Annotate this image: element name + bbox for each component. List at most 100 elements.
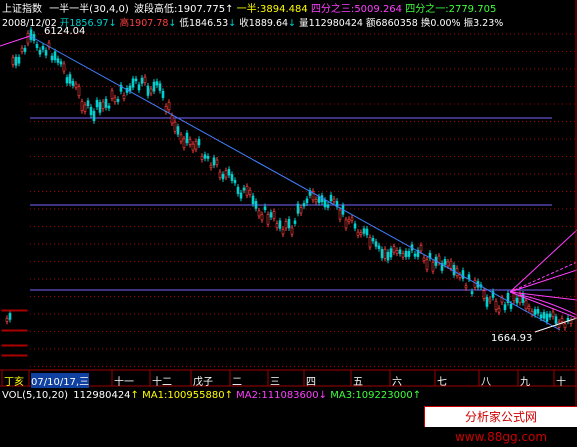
trough-annotation: 1664.93 bbox=[491, 333, 533, 344]
candle-body bbox=[293, 220, 297, 224]
candle-body bbox=[287, 218, 291, 229]
ma3-value: 109223000 bbox=[355, 390, 413, 401]
candle-body bbox=[404, 250, 408, 258]
candle-body bbox=[356, 231, 360, 236]
index-name[interactable]: 上证指数 bbox=[2, 0, 42, 15]
candle-body bbox=[74, 83, 78, 88]
candle-body bbox=[395, 250, 399, 254]
high-value: 1907.78 bbox=[129, 18, 169, 29]
ma2-label: MA2: bbox=[236, 390, 262, 401]
candle-body bbox=[68, 74, 72, 84]
candle-body bbox=[263, 206, 267, 211]
candle-body bbox=[26, 33, 30, 44]
candle-body bbox=[326, 204, 330, 208]
candle-body bbox=[131, 78, 135, 88]
candle-body bbox=[14, 56, 18, 66]
candle-body bbox=[212, 157, 216, 166]
candle-body bbox=[260, 214, 264, 221]
candle-body bbox=[392, 246, 396, 253]
ma3-label: MA3: bbox=[330, 390, 356, 401]
candle-body bbox=[167, 102, 171, 110]
low-label: 低 bbox=[179, 18, 189, 29]
candle-body bbox=[20, 47, 24, 52]
candle-body bbox=[557, 321, 561, 328]
candle-body bbox=[194, 141, 198, 150]
candle-body bbox=[158, 83, 162, 91]
up-arrow-icon: ↑ bbox=[224, 390, 233, 401]
level-lines bbox=[30, 117, 552, 291]
down-arrow-icon: ↓ bbox=[108, 18, 117, 29]
wave-label: 波段高低: bbox=[133, 4, 178, 15]
candle-body bbox=[86, 100, 90, 106]
candle-body bbox=[482, 290, 486, 299]
candle-body bbox=[305, 198, 309, 204]
time-axis-label: 七 bbox=[437, 377, 447, 388]
candle-body bbox=[152, 81, 156, 92]
candle-body bbox=[374, 241, 378, 247]
candle-body bbox=[200, 155, 204, 160]
candle-body bbox=[383, 248, 387, 259]
candle-body bbox=[185, 132, 189, 144]
candle-body bbox=[83, 104, 87, 112]
candle-body bbox=[41, 45, 45, 50]
candle-body bbox=[101, 101, 105, 110]
candle-body bbox=[98, 102, 102, 113]
candle-body bbox=[302, 203, 306, 207]
candle-body bbox=[323, 199, 327, 208]
wave-value: 1907.775 bbox=[177, 4, 226, 15]
time-axis-label: 六 bbox=[392, 377, 402, 388]
candle-body bbox=[281, 229, 285, 235]
down-arrow-icon: ↓ bbox=[318, 390, 328, 401]
candle-body bbox=[5, 318, 9, 322]
candle-body bbox=[377, 245, 381, 249]
candle-body bbox=[446, 261, 450, 267]
up-arrow-icon: ↑ bbox=[412, 390, 422, 401]
candle-body bbox=[140, 77, 144, 84]
candle-body bbox=[401, 253, 405, 258]
amt-label: 额 bbox=[366, 18, 376, 29]
candle-body bbox=[407, 251, 411, 257]
candle-body bbox=[275, 223, 279, 229]
candle-body bbox=[59, 61, 63, 65]
half-value: 3894.484 bbox=[260, 4, 308, 15]
down-arrow-icon: ↓ bbox=[168, 18, 177, 29]
candle-body bbox=[236, 186, 240, 194]
candle-body bbox=[44, 50, 48, 56]
time-axis-label: 二 bbox=[232, 377, 242, 388]
time-axis-label: 十二 bbox=[152, 377, 172, 388]
vol-indicator-label[interactable]: VOL(5,10,20) bbox=[2, 390, 68, 401]
candle-body bbox=[188, 139, 192, 145]
candle-body bbox=[251, 195, 255, 205]
candle-body bbox=[254, 201, 258, 209]
candle-body bbox=[215, 159, 219, 165]
candle-body bbox=[536, 309, 540, 314]
down-arrow-icon: ↓ bbox=[288, 18, 297, 29]
turn-value: 0.00% bbox=[430, 18, 461, 29]
candle-body bbox=[8, 313, 12, 320]
candle-body bbox=[380, 249, 384, 259]
candle-body bbox=[497, 308, 501, 313]
candle-body bbox=[53, 51, 57, 61]
candle-body bbox=[389, 248, 393, 258]
candle-body bbox=[299, 207, 303, 214]
candle-body bbox=[230, 174, 234, 181]
indicator-name[interactable]: 一半一半(30,4,0) bbox=[49, 0, 129, 15]
amt-value: 6860358 bbox=[375, 18, 418, 29]
kline-chart[interactable] bbox=[0, 0, 577, 427]
candle-body bbox=[488, 298, 492, 302]
candle-body bbox=[545, 313, 549, 322]
candle-body bbox=[35, 44, 39, 48]
candle-body bbox=[209, 164, 213, 168]
close-value: 1889.64 bbox=[248, 18, 289, 29]
candle-body bbox=[539, 314, 543, 319]
candle-body bbox=[248, 189, 252, 195]
candle-body bbox=[344, 219, 348, 229]
candle-body bbox=[338, 209, 342, 220]
ma1-value: 100955880 bbox=[167, 390, 225, 401]
candle-body bbox=[11, 57, 15, 65]
candle-body bbox=[350, 217, 354, 221]
candle-body bbox=[470, 291, 474, 295]
low-value: 1846.53 bbox=[188, 18, 229, 29]
candle-body bbox=[113, 97, 117, 103]
left-markers bbox=[1, 309, 28, 357]
